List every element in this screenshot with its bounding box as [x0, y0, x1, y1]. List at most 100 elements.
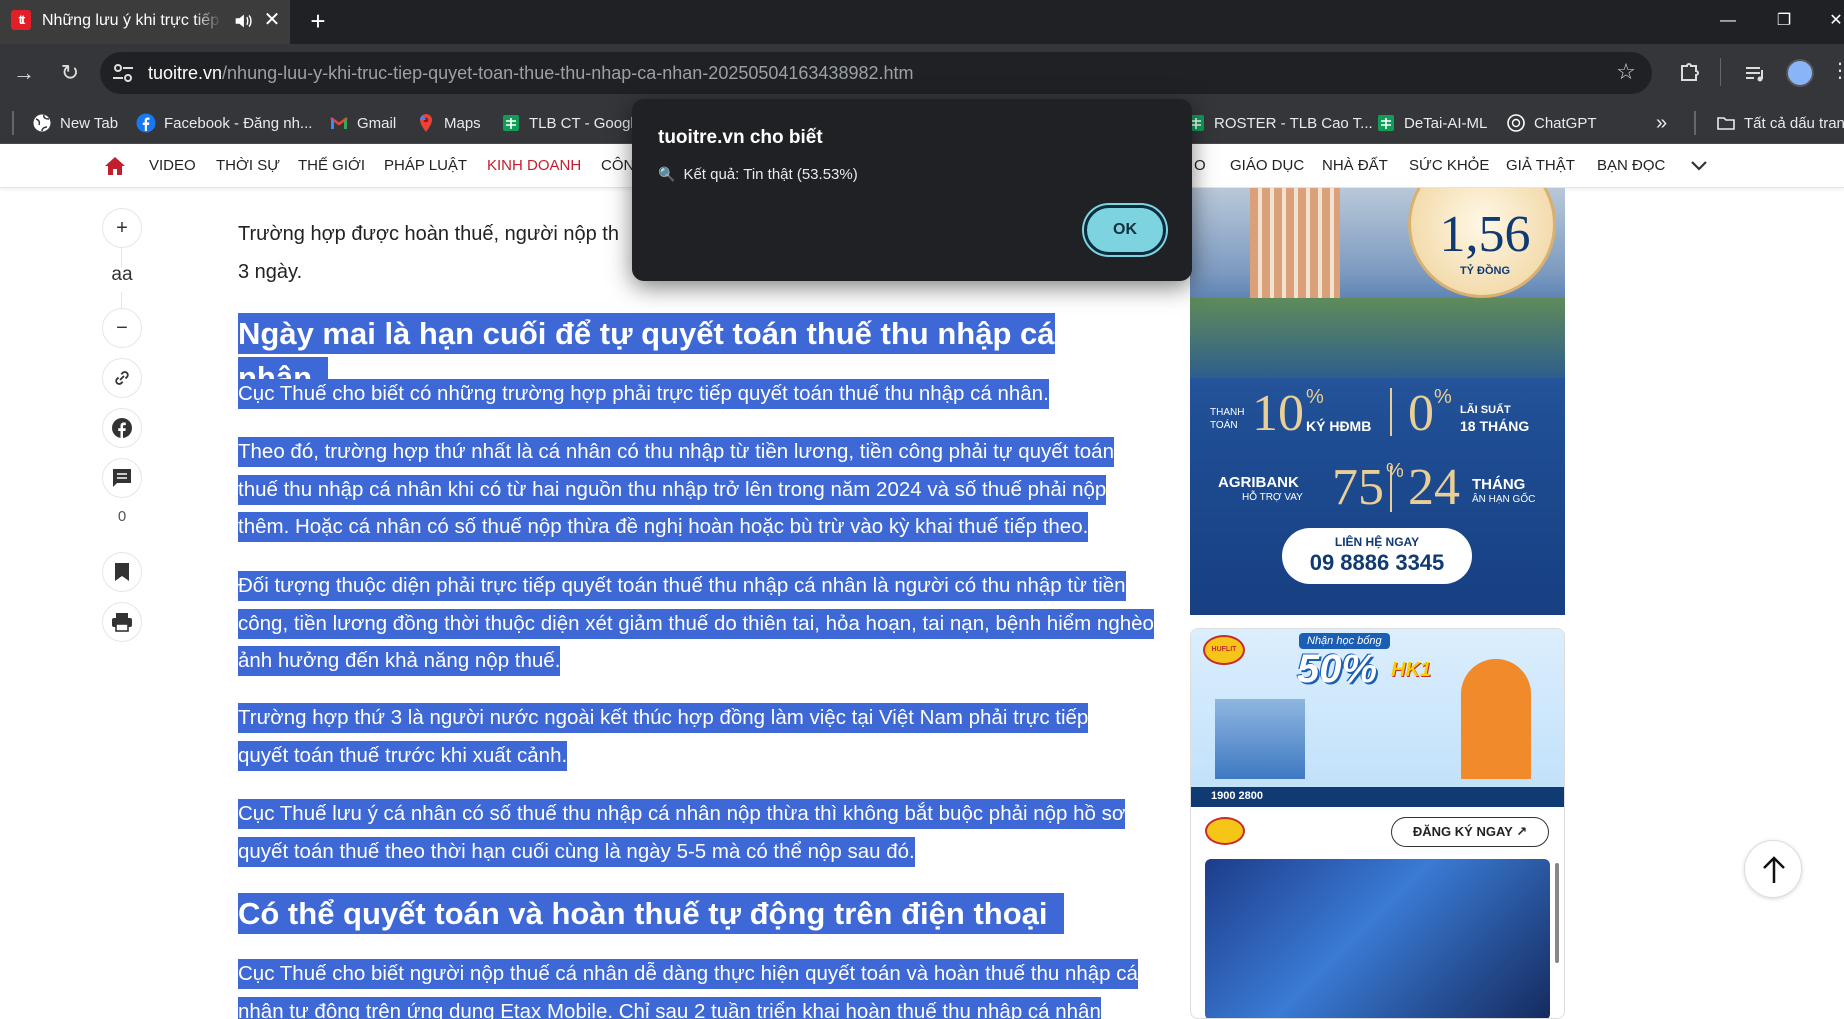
restore-icon[interactable]: ❐ [1766, 6, 1802, 36]
home-icon[interactable] [104, 156, 126, 176]
nav-nha-dat[interactable]: NHÀ ĐẤT [1322, 157, 1388, 174]
dialog-title: tuoitre.vn cho biết [658, 127, 823, 148]
nav-video[interactable]: VIDEO [149, 157, 196, 174]
bookmark-detai[interactable]: DeTai-AI-ML [1376, 110, 1487, 136]
comment-count: 0 [117, 508, 127, 525]
university-ad[interactable]: HUFLIT Nhận học bổng 50% HK1 1900 2800 Đ… [1190, 628, 1565, 1019]
gmail-icon [330, 116, 348, 129]
ad-months-label-a: THÁNG [1472, 476, 1526, 493]
article-paragraph-4: Trường hợp thứ 3 là người nước ngoài kết… [238, 699, 1138, 774]
maps-icon [420, 114, 432, 132]
article-paragraph-2: Theo đó, trường hợp thứ nhất là cá nhân … [238, 433, 1144, 546]
tab-title: Những lưu ý khi trực tiếp quyết toán thu… [42, 12, 222, 29]
ad-tower [1250, 188, 1340, 308]
font-size-label: aa [111, 264, 133, 285]
ad2-banner: HUFLIT Nhận học bổng 50% HK1 1900 2800 [1191, 629, 1564, 807]
nav-the-gioi[interactable]: THẾ GIỚI [298, 157, 365, 174]
bookmark-facebook[interactable]: Facebook - Đăng nh... [136, 110, 312, 136]
link-icon [115, 371, 129, 385]
bookmark-gmail[interactable]: Gmail [329, 110, 396, 136]
address-bar[interactable]: tuoitre.vn/nhung-luu-y-khi-truc-tiep-quy… [100, 52, 1652, 94]
ad-pct1: 10 [1252, 385, 1304, 442]
forward-icon[interactable]: → [9, 58, 39, 88]
nav-kinh-doanh[interactable]: KINH DOANH [487, 157, 581, 174]
article-body: Trường hợp được hoàn thuế, người nộp th … [238, 188, 1178, 1019]
dialog-message: 🔍 Kết quả: Tin thật (53.53%) [658, 166, 858, 183]
bookmark-roster[interactable]: ROSTER - TLB Cao T... [1186, 110, 1373, 136]
nav-giao-duc[interactable]: GIÁO DỤC [1230, 157, 1304, 174]
ad-pct2: 0 [1408, 385, 1434, 442]
ad2-footer-strip: 1900 2800 [1191, 787, 1564, 807]
chevron-down-icon[interactable] [1690, 159, 1708, 173]
zoom-out-button[interactable]: − [102, 308, 142, 348]
ad-months-label-b: ÂN HẠN GỐC [1472, 494, 1536, 505]
zoom-in-button[interactable]: + [102, 208, 142, 248]
nav-cong-nghe[interactable]: CÔN [601, 157, 634, 174]
menu-dots-icon[interactable]: ⋮ [1830, 58, 1844, 86]
ad-pct1-sign: % [1306, 386, 1324, 408]
profile-avatar[interactable] [1786, 59, 1814, 87]
ad-price-unit: TỶ ĐỒNG [1459, 265, 1511, 277]
bookmark-chatgpt[interactable]: ChatGPT [1506, 110, 1597, 136]
sheets-icon [1378, 115, 1394, 131]
bookmark-new-tab[interactable]: New Tab [32, 110, 118, 136]
scroll-to-top-button[interactable] [1744, 840, 1802, 898]
active-tab[interactable]: tt Những lưu ý khi trực tiếp quyết toán … [0, 0, 290, 44]
nav-ban-doc[interactable]: BẠN ĐỌC [1597, 157, 1665, 174]
url-text: tuoitre.vn/nhung-luu-y-khi-truc-tiep-quy… [148, 63, 914, 83]
ad-months: 24 [1408, 459, 1460, 516]
real-estate-ad[interactable]: 1,56 TỶ ĐỒNG THANH TOÁN 10 % KÝ HĐMB 0 %… [1190, 188, 1565, 615]
ad-bank-sub: HỖ TRỢ VAY [1242, 492, 1303, 503]
ad-divider [1390, 466, 1392, 512]
ad-park [1190, 298, 1565, 378]
nav-partial[interactable]: O [1194, 157, 1206, 174]
bookmark-star-icon[interactable]: ☆ [1614, 60, 1638, 84]
toolbar-divider [1720, 58, 1721, 86]
ad-cta-pill[interactable]: LIÊN HỆ NGAY 09 8886 3345 [1282, 528, 1472, 584]
ad-divider [1390, 388, 1392, 436]
folder-icon [1717, 117, 1735, 130]
ad2-building [1215, 699, 1305, 779]
reload-icon[interactable]: ↻ [55, 58, 85, 88]
bookmark-maps[interactable]: Maps [416, 110, 481, 136]
nav-phap-luat[interactable]: PHÁP LUẬT [384, 157, 467, 174]
bookmarks-overflow-icon[interactable]: » [1656, 110, 1667, 136]
all-bookmarks-folder[interactable]: Tất cả dấu tran [1716, 110, 1844, 136]
bookmarks-divider [1694, 111, 1696, 135]
minimize-icon[interactable]: — [1710, 6, 1746, 36]
print-button[interactable] [102, 602, 142, 642]
facebook-share-button[interactable] [102, 408, 142, 448]
section-heading-2: Có thể quyết toán và hoàn thuế tự động t… [238, 892, 1138, 936]
tab-close-icon[interactable]: ✕ [262, 10, 282, 30]
new-tab-plus-icon[interactable]: + [305, 8, 331, 34]
ad-pct2-sign: % [1434, 386, 1452, 408]
article-paragraph-6: Cục Thuế cho biết người nộp thuế cá nhân… [238, 955, 1168, 1019]
speaker-icon[interactable] [232, 10, 254, 32]
ad-price: 1,56 [1439, 206, 1531, 263]
close-window-icon[interactable]: ✕ [1818, 6, 1844, 36]
ad2-hk: HK1 [1391, 659, 1432, 681]
comment-icon [113, 469, 131, 487]
dialog-ok-button[interactable]: OK [1084, 205, 1166, 255]
extensions-icon[interactable] [1674, 58, 1704, 88]
ad-pct2-label-a: LÃI SUẤT [1460, 404, 1511, 416]
site-settings-icon[interactable] [112, 63, 134, 83]
huflit-logo: HUFLIT [1203, 635, 1245, 665]
media-control-icon[interactable] [1740, 58, 1770, 88]
ad2-photo [1205, 859, 1550, 1018]
bookmark-tlb-ct[interactable]: TLB CT - Google [501, 110, 642, 136]
nav-thoi-su[interactable]: THỜI SỰ [216, 157, 280, 174]
ad2-phone: 1900 2800 [1211, 790, 1263, 802]
comment-button[interactable] [102, 458, 142, 498]
ad2-scrollbar[interactable] [1555, 863, 1559, 963]
print-icon [112, 613, 132, 632]
nav-gia-that[interactable]: GIẢ THẬT [1506, 157, 1575, 174]
save-article-button[interactable] [102, 552, 142, 592]
register-now-button[interactable]: ĐĂNG KÝ NGAY ↗ [1391, 817, 1549, 847]
copy-link-button[interactable] [102, 358, 142, 398]
nav-suc-khoe[interactable]: SỨC KHỎE [1409, 157, 1489, 174]
ad2-pct: 50% [1297, 647, 1378, 691]
article-paragraph-5: Cục Thuế lưu ý cá nhân có số thuế thu nh… [238, 795, 1168, 870]
ad-pct2-label-b: 18 THÁNG [1460, 418, 1530, 434]
bookmark-icon [115, 563, 129, 581]
